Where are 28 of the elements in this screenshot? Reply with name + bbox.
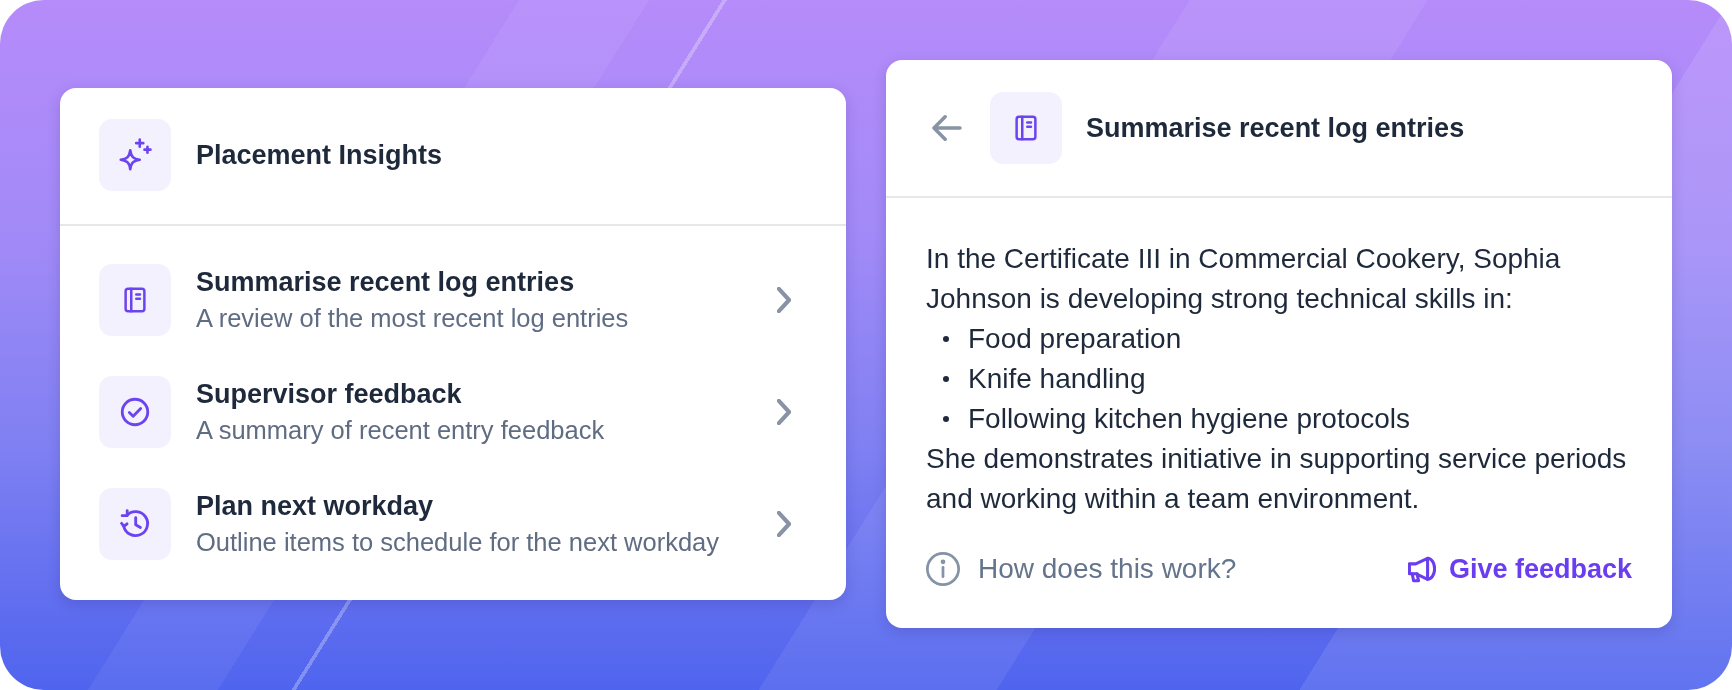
history-icon [99,488,171,560]
bullet-text: Following kitchen hygiene protocols [968,402,1411,436]
detail-title: Summarise recent log entries [1086,112,1465,145]
notebook-icon [99,264,171,336]
bullet-text: Food preparation [968,322,1182,356]
help-link[interactable]: How does this work? [926,549,1237,589]
megaphone-icon [1407,555,1436,583]
back-arrow-icon[interactable] [932,115,962,141]
info-icon [926,552,960,586]
bullet-text: Knife handling [968,362,1146,396]
chevron-right-icon[interactable] [777,287,791,313]
option-description: A review of the most recent log entries [196,303,629,334]
bullet-icon [943,336,949,342]
option-title[interactable]: Summarise recent log entries [196,264,575,300]
option-description: A summary of recent entry feedback [196,415,605,446]
option-title[interactable]: Supervisor feedback [196,376,462,412]
bullet-icon [943,416,949,422]
summary-text: In the Certificate III in Commercial Cookery, Sophia Johnson is developing strong technical skills in: [926,242,1562,316]
bullet-icon [943,376,949,382]
notebook-icon [990,92,1062,164]
chevron-right-icon[interactable] [777,511,791,537]
chevron-right-icon[interactable] [777,399,791,425]
option-title[interactable]: Plan next workday [196,488,434,524]
sparkles-icon [99,119,171,191]
option-description: Outline items to schedule for the next workday [196,527,719,558]
feedback-button[interactable]: Give feedback [1407,549,1632,589]
panel-title: Placement Insights [196,139,443,172]
summary-text: She demonstrates initiative in supporting service periods and working within a team environment. [926,442,1628,516]
